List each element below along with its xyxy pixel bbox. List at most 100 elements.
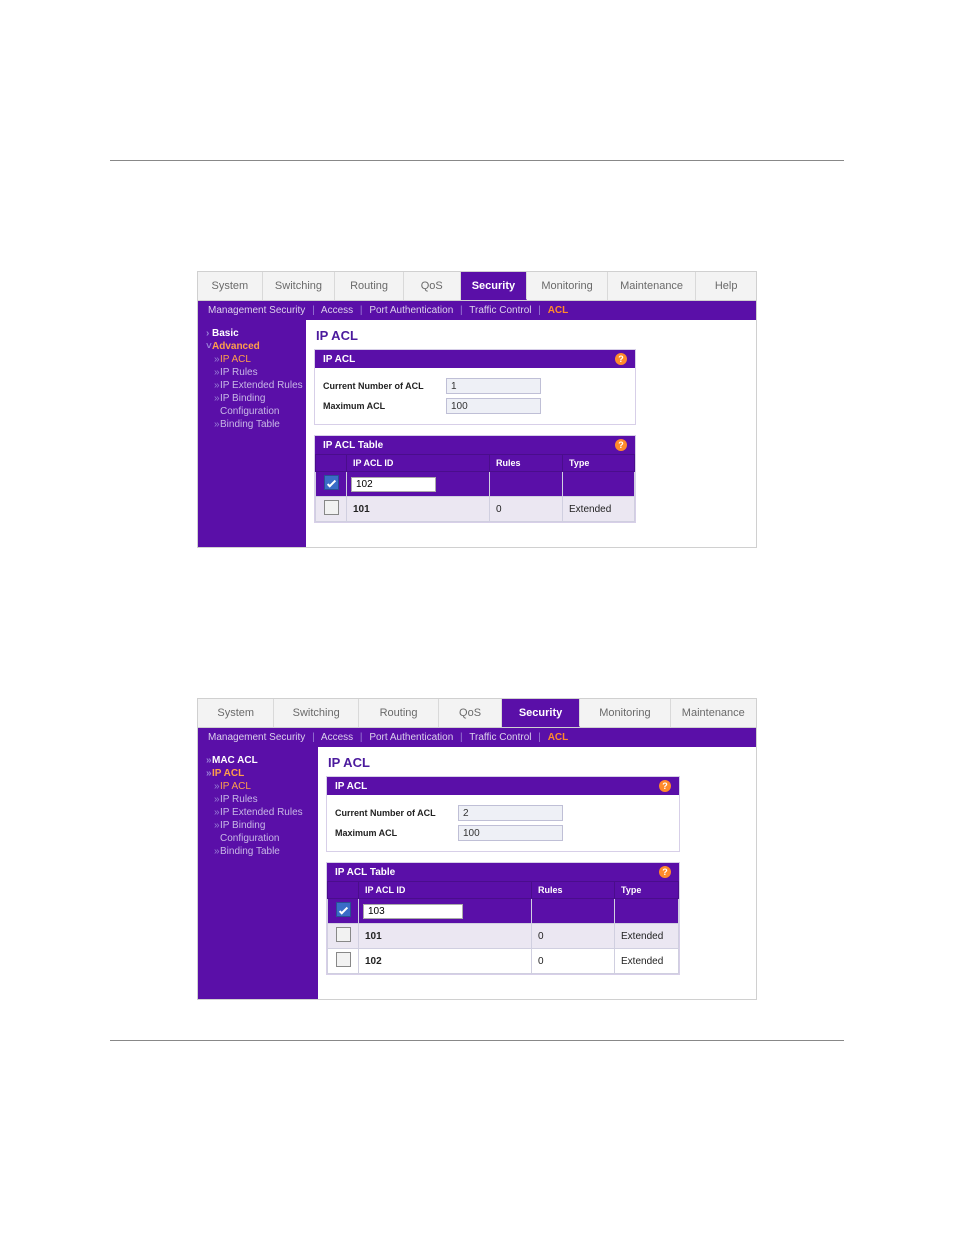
nav-switching[interactable]: Switching	[274, 699, 358, 727]
screenshot-1: System Switching Routing QoS Security Mo…	[197, 271, 757, 548]
help-icon[interactable]: ?	[659, 866, 671, 878]
col-type: Type	[615, 882, 679, 899]
panel-ip-acl: IP ACL ? Current Number of ACL Maximum A…	[326, 776, 680, 852]
screenshot-2: System Switching Routing QoS Security Mo…	[197, 698, 757, 1000]
page-title: IP ACL	[316, 328, 748, 343]
subnav-sep: |	[360, 305, 363, 316]
sidebar-item-ip-rules[interactable]: »IP Rules	[214, 367, 298, 378]
subnav-acl[interactable]: ACL	[548, 732, 569, 743]
label-max-acl: Maximum ACL	[335, 828, 458, 838]
cell-type	[615, 899, 679, 924]
nav-maintenance[interactable]: Maintenance	[608, 272, 697, 300]
nav-qos[interactable]: QoS	[439, 699, 502, 727]
sidebar-item-ip-ext-rules[interactable]: »IP Extended Rules	[214, 807, 310, 818]
new-acl-id-input[interactable]	[363, 904, 463, 919]
cell-type: Extended	[563, 497, 635, 522]
nav-monitoring[interactable]: Monitoring	[527, 272, 608, 300]
table-row: 101 0 Extended	[328, 924, 679, 949]
subnav-access[interactable]: Access	[321, 732, 353, 743]
row-checkbox[interactable]	[336, 902, 351, 917]
nav-maintenance[interactable]: Maintenance	[671, 699, 756, 727]
sidebar-item-ip-acl[interactable]: »IP ACL	[214, 354, 298, 365]
cell-acl-id: 101	[353, 504, 370, 515]
cell-rules: 0	[532, 924, 615, 949]
sidebar-item-binding-table[interactable]: »Binding Table	[214, 846, 310, 857]
subnav-sep: |	[538, 305, 541, 316]
sidebar-item-ip-binding[interactable]: »IP Binding	[214, 820, 310, 831]
sidebar-item-configuration[interactable]: Configuration	[214, 833, 310, 844]
col-type: Type	[563, 455, 635, 472]
max-acl-field[interactable]	[446, 398, 541, 414]
nav-security[interactable]: Security	[502, 699, 580, 727]
nav-system[interactable]: System	[198, 272, 263, 300]
subnav-sep: |	[360, 732, 363, 743]
col-acl-id: IP ACL ID	[347, 455, 490, 472]
row-checkbox[interactable]	[324, 500, 339, 515]
cell-rules: 0	[490, 497, 563, 522]
sidebar-item-ip-ext-rules[interactable]: »IP Extended Rules	[214, 380, 298, 391]
max-acl-field[interactable]	[458, 825, 563, 841]
nav-monitoring[interactable]: Monitoring	[580, 699, 670, 727]
subnav-traffic-control[interactable]: Traffic Control	[469, 305, 531, 316]
sidebar-item-configuration[interactable]: Configuration	[214, 406, 298, 417]
sidebar-item-basic[interactable]: ›Basic	[206, 328, 298, 339]
panel-title: IP ACL Table	[335, 867, 395, 878]
cell-rules: 0	[532, 949, 615, 974]
sidebar-item-ip-acl[interactable]: »IP ACL	[214, 781, 310, 792]
subnav-mgmt-security[interactable]: Management Security	[208, 732, 305, 743]
sidebar-item-ip-binding[interactable]: »IP Binding	[214, 393, 298, 404]
sidebar-item-ip-acl-group[interactable]: »IP ACL	[206, 768, 310, 779]
sidebar-item-ip-rules[interactable]: »IP Rules	[214, 794, 310, 805]
table-row-new	[316, 472, 635, 497]
subnav-sep: |	[460, 732, 463, 743]
sidebar-item-mac-acl[interactable]: »MAC ACL	[206, 755, 310, 766]
cell-rules	[532, 899, 615, 924]
label-current-acl: Current Number of ACL	[335, 808, 458, 818]
table-row: 101 0 Extended	[316, 497, 635, 522]
sidebar-item-advanced[interactable]: ˅Advanced	[206, 341, 298, 352]
main-area: IP ACL IP ACL ? Current Number of ACL Ma…	[306, 320, 756, 547]
nav-routing[interactable]: Routing	[335, 272, 404, 300]
subnav-acl[interactable]: ACL	[548, 305, 569, 316]
nav-help[interactable]: Help	[696, 272, 756, 300]
subnav-sep: |	[460, 305, 463, 316]
help-icon[interactable]: ?	[615, 353, 627, 365]
cell-acl-id: 101	[365, 931, 382, 942]
current-acl-field[interactable]	[458, 805, 563, 821]
col-select	[316, 455, 347, 472]
col-acl-id: IP ACL ID	[359, 882, 532, 899]
cell-rules	[490, 472, 563, 497]
page-title: IP ACL	[328, 755, 748, 770]
cell-type: Extended	[615, 924, 679, 949]
sidebar-item-binding-table[interactable]: »Binding Table	[214, 419, 298, 430]
primary-nav: System Switching Routing QoS Security Mo…	[198, 699, 756, 728]
subnav-sep: |	[312, 305, 315, 316]
panel-title: IP ACL	[323, 354, 355, 365]
subnav-mgmt-security[interactable]: Management Security	[208, 305, 305, 316]
cell-type: Extended	[615, 949, 679, 974]
nav-qos[interactable]: QoS	[404, 272, 461, 300]
row-checkbox[interactable]	[336, 952, 351, 967]
current-acl-field[interactable]	[446, 378, 541, 394]
nav-switching[interactable]: Switching	[263, 272, 336, 300]
nav-routing[interactable]: Routing	[359, 699, 439, 727]
cell-acl-id: 102	[365, 956, 382, 967]
subnav-port-auth[interactable]: Port Authentication	[369, 732, 453, 743]
nav-security[interactable]: Security	[461, 272, 528, 300]
nav-system[interactable]: System	[198, 699, 274, 727]
subnav-traffic-control[interactable]: Traffic Control	[469, 732, 531, 743]
help-icon[interactable]: ?	[659, 780, 671, 792]
row-checkbox[interactable]	[336, 927, 351, 942]
table-row: 102 0 Extended	[328, 949, 679, 974]
new-acl-id-input[interactable]	[351, 477, 436, 492]
subnav-access[interactable]: Access	[321, 305, 353, 316]
subnav-sep: |	[538, 732, 541, 743]
ip-acl-table: IP ACL ID Rules Type 101	[315, 454, 635, 522]
help-icon[interactable]: ?	[615, 439, 627, 451]
row-checkbox[interactable]	[324, 475, 339, 490]
subnav-port-auth[interactable]: Port Authentication	[369, 305, 453, 316]
footer-divider	[110, 1040, 844, 1041]
label-current-acl: Current Number of ACL	[323, 381, 446, 391]
ip-acl-table: IP ACL ID Rules Type 101	[327, 881, 679, 974]
sidebar: »MAC ACL »IP ACL »IP ACL »IP Rules »IP E…	[198, 747, 318, 999]
